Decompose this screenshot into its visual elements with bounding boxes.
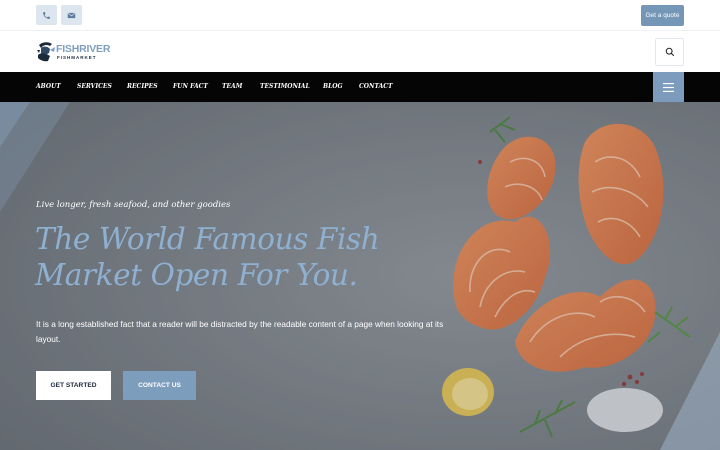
logo-name: FISHRIVER xyxy=(56,43,111,55)
nav-item-testimonial[interactable]: TESTIMONIAL xyxy=(260,72,310,102)
contact-us-button[interactable]: CONTACT US xyxy=(123,371,196,400)
top-bar: Get a quote xyxy=(0,0,720,31)
main-nav: ABOUT SERVICES RECIPES FUN FACT TEAM TES… xyxy=(0,72,720,102)
header: FISHRIVER FISHMARKET xyxy=(0,31,720,72)
hero-section: Live longer, fresh seafood, and other go… xyxy=(0,102,720,450)
hamburger-icon xyxy=(663,82,674,92)
nav-item-team[interactable]: TEAM xyxy=(222,72,242,102)
hero-headline: The World Famous Fish Market Open For Yo… xyxy=(35,222,380,292)
email-button[interactable] xyxy=(61,5,82,25)
fisherman-logo-icon xyxy=(37,42,55,62)
hero-description: It is a long established fact that a rea… xyxy=(36,319,444,344)
nav-item-contact[interactable]: CONTACT xyxy=(359,72,393,102)
phone-icon xyxy=(43,11,50,19)
nav-item-recipes[interactable]: RECIPES xyxy=(127,72,158,102)
phone-button[interactable] xyxy=(36,5,57,25)
menu-toggle-button[interactable] xyxy=(653,72,684,102)
nav-item-blog[interactable]: BLOG xyxy=(323,72,343,102)
nav-item-fun-fact[interactable]: FUN FACT xyxy=(173,72,208,102)
envelope-icon xyxy=(67,12,76,18)
logo-subtitle: FISHMARKET xyxy=(57,55,97,60)
site-logo[interactable]: FISHRIVER FISHMARKET xyxy=(36,40,116,64)
get-started-button[interactable]: GET STARTED xyxy=(36,371,111,400)
search-icon xyxy=(665,47,674,57)
get-quote-button[interactable]: Get a quote xyxy=(641,5,684,26)
nav-item-about[interactable]: ABOUT xyxy=(36,72,61,102)
nav-item-services[interactable]: SERVICES xyxy=(77,72,112,102)
hero-tagline: Live longer, fresh seafood, and other go… xyxy=(36,200,231,210)
search-button[interactable] xyxy=(655,38,684,66)
